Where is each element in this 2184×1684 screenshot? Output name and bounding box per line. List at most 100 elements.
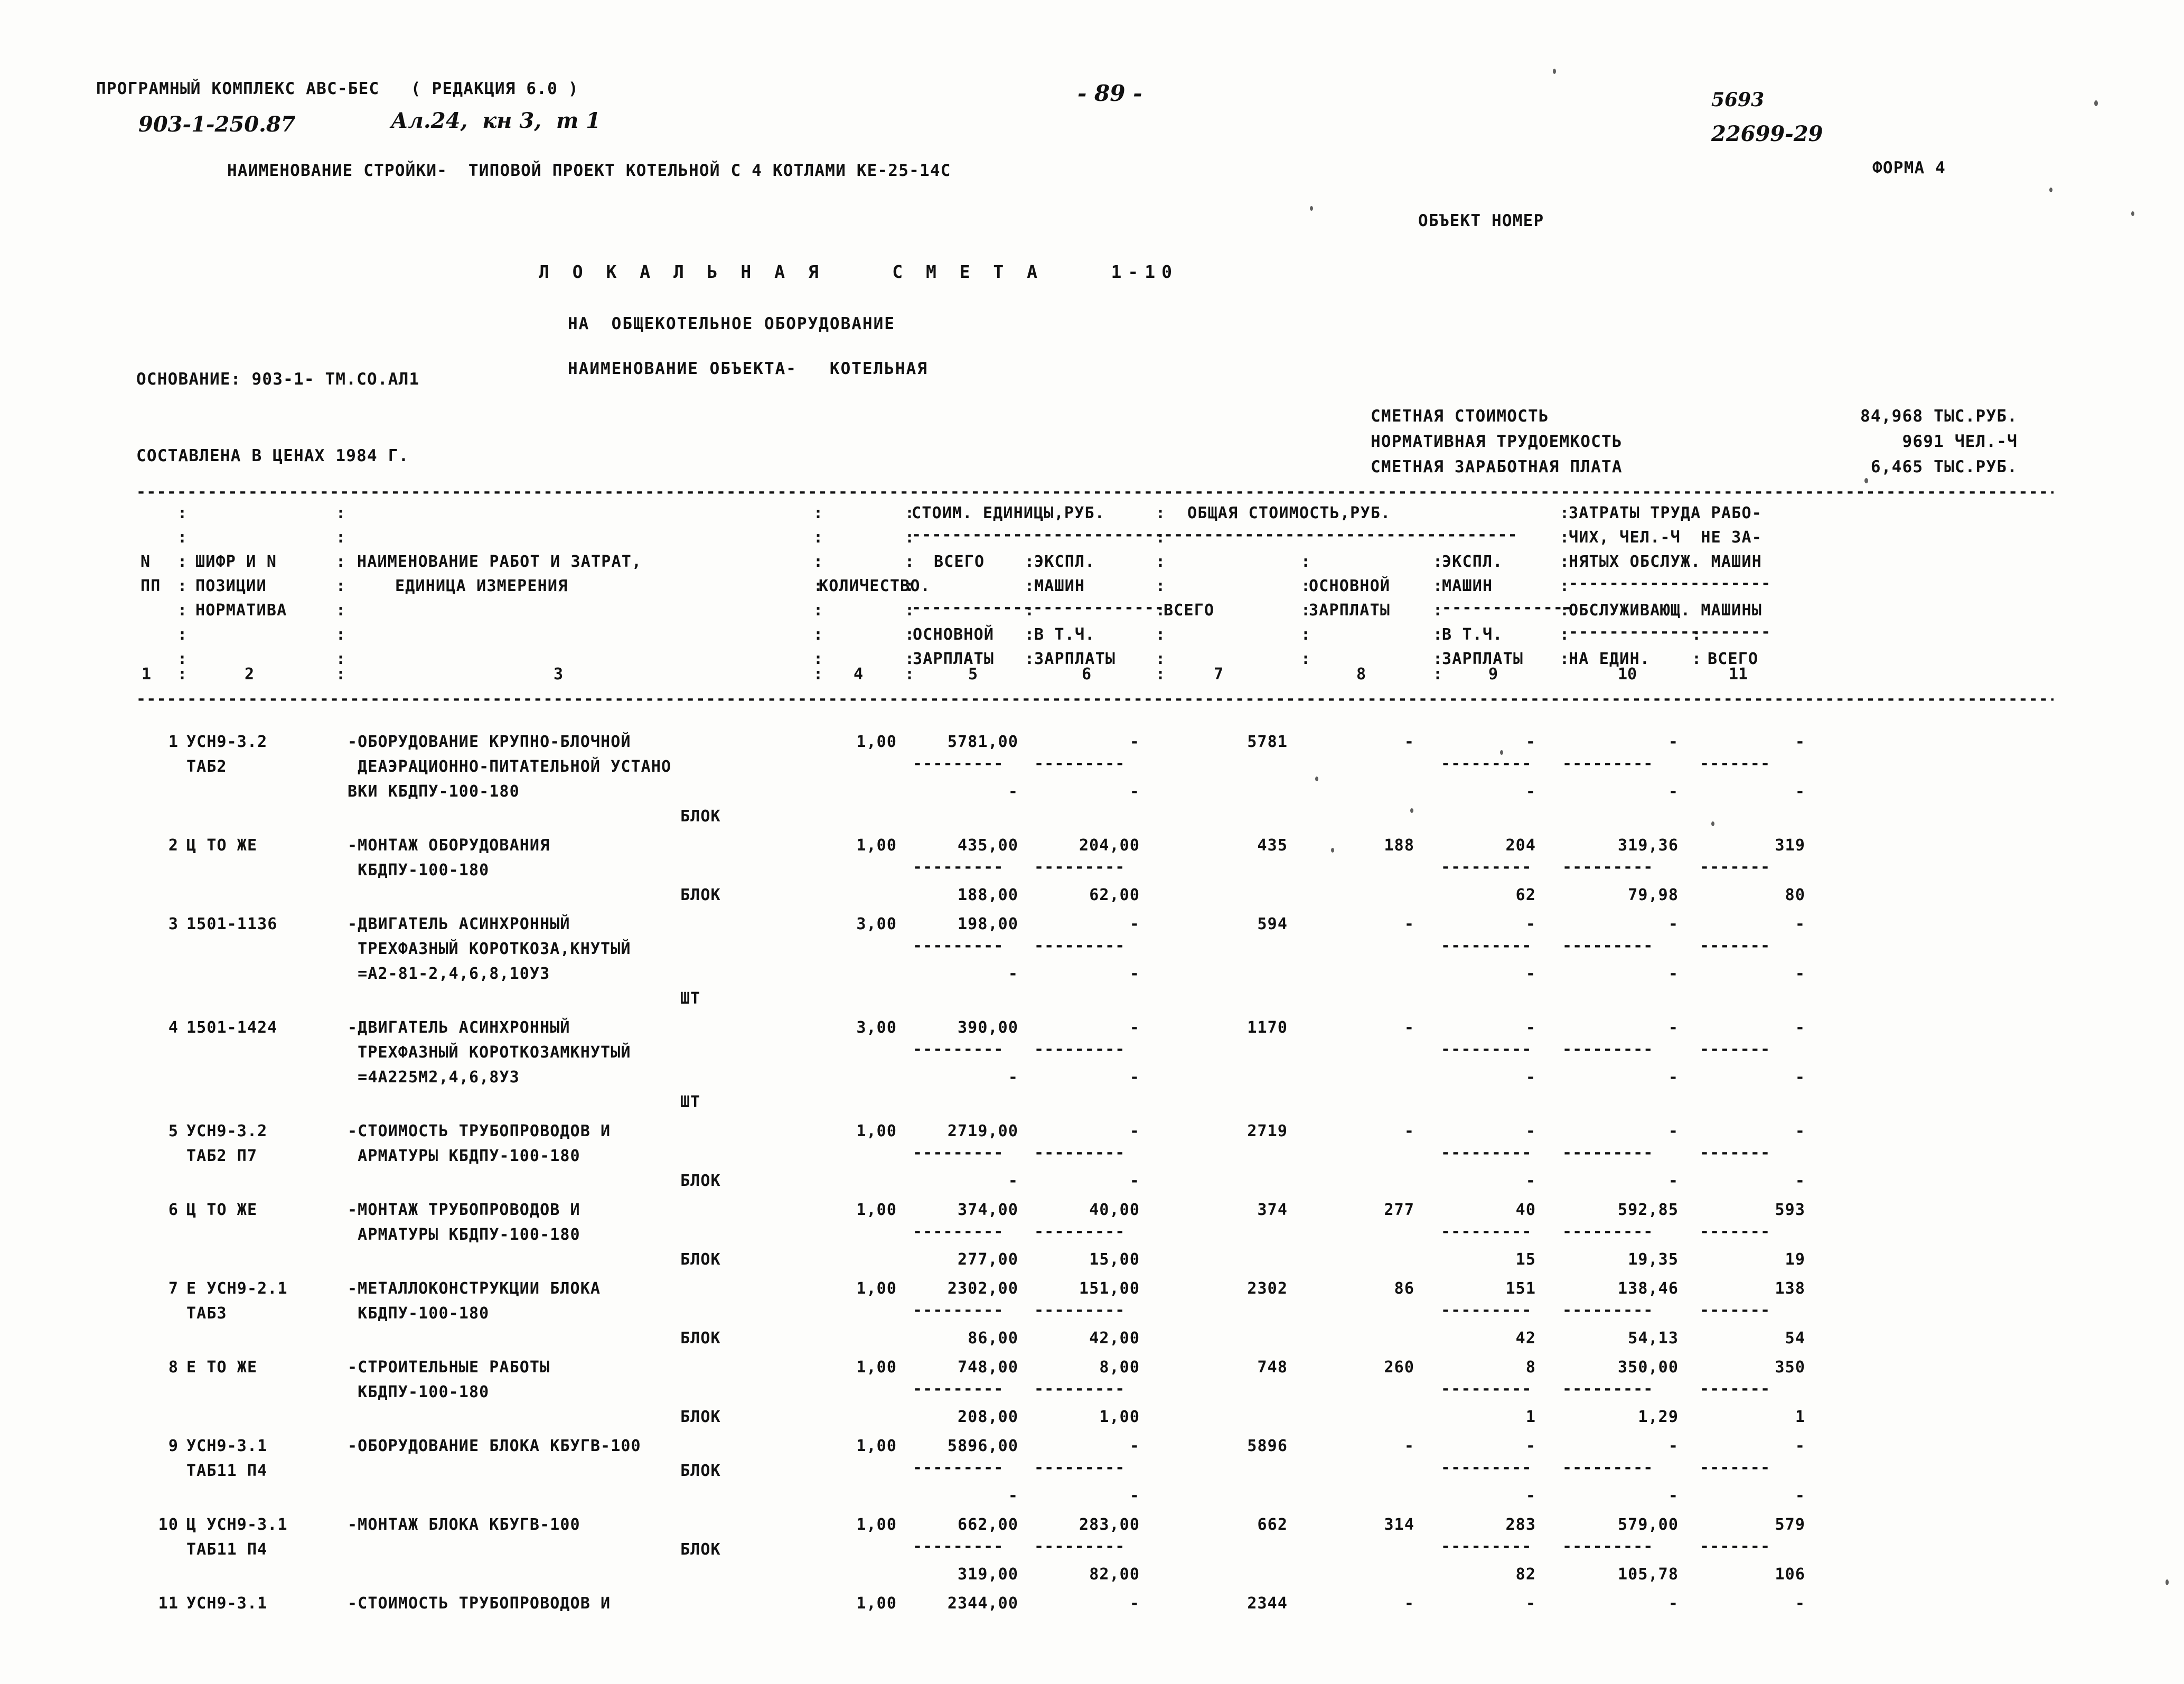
cell-work-name: -МОНТАЖ БЛОКА КБУГВ-100 <box>348 1515 580 1534</box>
cell-unit: БЛОК <box>680 807 721 826</box>
row-sub-rule: ------- <box>1700 1301 1771 1320</box>
cell-total-wages: - <box>1404 1437 1414 1455</box>
cell-labor-per-unit: 579,00 <box>1618 1515 1679 1534</box>
cell-total-machines: - <box>1525 1122 1536 1140</box>
cell-total-cost: 2344 <box>1247 1594 1288 1613</box>
cell-quantity: 3,00 <box>856 1018 897 1037</box>
cell-work-name: КБДПУ-100-180 <box>348 861 490 880</box>
cell-unit-cost-total: 435,00 <box>958 836 1018 855</box>
th-unit-cost-total: ВСЕГО <box>934 553 985 571</box>
row-sub-rule: --------- <box>1441 1222 1532 1241</box>
cell-norm-code: УСН9-3.1 <box>186 1594 268 1613</box>
cell-norm-code: Е ТО ЖЕ <box>186 1358 258 1377</box>
cell-labor-machine-total: - <box>1795 1486 1805 1505</box>
row-sub-rule: --------- <box>1441 1301 1532 1320</box>
object-number-label: ОБЪЕКТ НОМЕР <box>1418 211 1544 230</box>
colnum-6: 6 <box>1082 665 1092 684</box>
cell-unit-machine-wage: - <box>1129 782 1140 801</box>
cell-labor-machine-total: - <box>1795 1172 1805 1190</box>
labor-rule-1: -------------------- <box>1569 574 1771 593</box>
colsep: : <box>336 665 346 684</box>
cell-total-cost: 435 <box>1257 836 1288 855</box>
cell-row-number: 7 <box>168 1279 179 1298</box>
cell-unit-cost-total: 5781,00 <box>947 733 1018 751</box>
table-bottom-rule: ----------------------------------------… <box>136 690 2054 708</box>
summary-value-cost: 84,968 ТЫС.РУБ. <box>1860 407 2018 426</box>
price-year-line: СОСТАВЛЕНА В ЦЕНАХ 1984 Г. <box>136 446 409 465</box>
cell-unit-machine-wage: 62,00 <box>1089 886 1140 904</box>
cell-labor-per-unit: - <box>1668 1122 1679 1140</box>
cell-unit-cost-machines: 151,00 <box>1079 1279 1140 1298</box>
th-labor-3: НЯТЫХ ОБСЛУЖ. МАШИН <box>1569 553 1762 571</box>
page-title: Л О К А Л Ь Н А Я С М Е Т А 1-10 <box>539 261 1178 282</box>
cell-work-name: -ОБОРУДОВАНИЕ БЛОКА КБУГВ-100 <box>348 1437 641 1455</box>
cell-unit: БЛОК <box>680 1408 721 1426</box>
cell-total-machine-wage: - <box>1525 1172 1536 1190</box>
cell-unit-machine-wage: 42,00 <box>1089 1329 1140 1348</box>
cell-row-number: 2 <box>168 836 179 855</box>
estimate-subject: НА ОБЩЕКОТЕЛЬНОЕ ОБОРУДОВАНИЕ <box>568 314 895 333</box>
album-reference-handwritten: Ал.24, кн 3, т 1 <box>391 108 601 133</box>
cell-unit-wage: 188,00 <box>958 886 1018 904</box>
cell-work-name: -МОНТАЖ ТРУБОПРОВОДОВ И <box>348 1201 580 1219</box>
cell-work-name: АРМАТУРЫ КБДПУ-100-180 <box>348 1225 580 1244</box>
cell-labor-machine-total: 1 <box>1795 1408 1805 1426</box>
cell-total-machines: - <box>1525 1437 1536 1455</box>
cell-norm-code: 1501-1424 <box>186 1018 278 1037</box>
scan-artifact <box>1315 776 1318 781</box>
cell-total-wages: 260 <box>1384 1358 1414 1377</box>
cell-total-wages: 277 <box>1384 1201 1414 1219</box>
column-number-row: 1 : 2 : 3 : 4 : 5 6 : 7 8 : 9 10 11 <box>136 665 2054 690</box>
cell-total-machine-wage: 82 <box>1515 1565 1536 1584</box>
row-sub-rule: --------- <box>913 1458 1004 1477</box>
table-row: 7 Е УСН9-2.1 ТАБ3 -МЕТАЛЛОКОНСТРУКЦИИ БЛОКА… <box>136 1276 2054 1355</box>
cell-total-machines: 8 <box>1525 1358 1536 1377</box>
basis-line: ОСНОВАНИЕ: 903-1- ТМ.СО.АЛ1 <box>136 370 420 389</box>
cell-total-machine-wage: - <box>1525 782 1536 801</box>
table-row: 1 УСН9-3.2 ТАБ2 -ОБОРУДОВАНИЕ КРУПНО-БЛОЧНО… <box>136 729 2054 833</box>
cell-quantity: 1,00 <box>856 1437 897 1455</box>
cell-work-name: КБДПУ-100-180 <box>348 1304 490 1323</box>
cell-labor-machine-per-unit: 79,98 <box>1628 886 1679 904</box>
cell-unit-cost-total: 2344,00 <box>947 1594 1018 1613</box>
scan-artifact <box>2166 1579 2169 1585</box>
cell-total-cost: 594 <box>1257 915 1288 933</box>
cell-labor-machine-per-unit: 105,78 <box>1618 1565 1679 1584</box>
cell-labor-total: 319 <box>1775 836 1805 855</box>
cell-unit-wage: - <box>1008 782 1018 801</box>
th-unit-cost-machines-2: МАШИН <box>1034 577 1085 595</box>
cell-labor-total: - <box>1795 1018 1805 1037</box>
row-sub-rule: --------- <box>1441 937 1532 955</box>
cell-norm-code: ТАБ2 П7 <box>186 1147 258 1165</box>
cell-unit-cost-machines: 8,00 <box>1099 1358 1140 1377</box>
scan-artifact <box>1864 478 1868 483</box>
table-row: 10 Ц УСН9-3.1 ТАБ11 П4 -МОНТАЖ БЛОКА КБУГВ-… <box>136 1512 2054 1591</box>
cell-norm-code: Ц ТО ЖЕ <box>186 836 258 855</box>
cell-labor-total: - <box>1795 915 1805 933</box>
scan-artifact <box>2131 211 2134 216</box>
row-sub-rule: ------- <box>1700 1040 1771 1059</box>
cell-labor-per-unit: 319,36 <box>1618 836 1679 855</box>
row-sub-rule: --------- <box>1441 1144 1532 1162</box>
cell-labor-machine-per-unit: 54,13 <box>1628 1329 1679 1348</box>
cell-unit-cost-machines: 283,00 <box>1079 1515 1140 1534</box>
cell-work-name: -МЕТАЛЛОКОНСТРУКЦИИ БЛОКА <box>348 1279 601 1298</box>
th-unit-cost-basic-1: ОСНОВНОЙ <box>913 625 995 644</box>
cell-labor-total: 593 <box>1775 1201 1805 1219</box>
cell-labor-per-unit: - <box>1668 733 1679 751</box>
cell-total-cost: 2302 <box>1247 1279 1288 1298</box>
cell-total-wages: - <box>1404 1594 1414 1613</box>
row-sub-rule: ------- <box>1700 858 1771 876</box>
row-sub-rule: --------- <box>913 858 1004 876</box>
scan-artifact <box>1410 808 1413 813</box>
cell-total-machines: - <box>1525 1018 1536 1037</box>
table-row: 2 Ц ТО ЖЕ -МОНТАЖ ОБОРУДОВАНИЯ КБДПУ-100-1… <box>136 833 2054 912</box>
cell-norm-code: УСН9-3.1 <box>186 1437 268 1455</box>
row-sub-rule: --------- <box>1034 1222 1126 1241</box>
row-sub-rule: --------- <box>1441 754 1532 773</box>
th-row-number-2: ПП <box>140 577 161 595</box>
cell-unit-cost-machines: - <box>1129 1437 1140 1455</box>
row-sub-rule: --------- <box>1034 1458 1126 1477</box>
colnum-8: 8 <box>1356 665 1366 684</box>
document-number-secondary: 22699-29 <box>1711 121 1823 146</box>
